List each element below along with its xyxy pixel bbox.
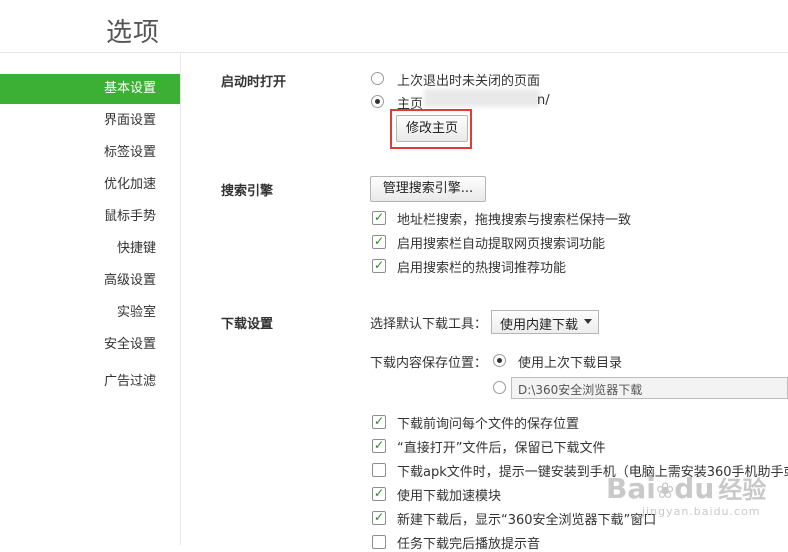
watermark-brand: Bai xyxy=(606,472,656,505)
download-option-label: “直接打开”文件后，保留已下载文件 xyxy=(397,441,606,456)
startup-heading: 启动时打开 xyxy=(221,75,287,90)
download-option-checkbox[interactable] xyxy=(372,438,386,453)
sidebar-item-shortcuts[interactable]: 快捷键 xyxy=(0,234,180,264)
sidebar-item-advanced[interactable]: 高级设置 xyxy=(0,266,180,296)
sidebar-item-gestures[interactable]: 鼠标手势 xyxy=(0,202,180,232)
download-location-path-radio[interactable] xyxy=(493,381,506,394)
paw-icon: ❀ xyxy=(655,479,675,504)
watermark-brand-2: du xyxy=(674,472,715,505)
watermark-url: jingyan.baidu.com xyxy=(642,505,761,518)
download-location-label: 下载内容保存位置： xyxy=(370,356,488,371)
header-divider xyxy=(0,52,788,53)
download-option-checkbox[interactable] xyxy=(372,414,386,429)
home-url-redacted xyxy=(424,89,540,107)
watermark-suffix: 经验 xyxy=(718,476,767,504)
sidebar-item-lab[interactable]: 实验室 xyxy=(0,298,180,328)
search-heading: 搜索引擎 xyxy=(221,184,274,199)
download-tool-label: 选择默认下载工具： xyxy=(370,317,488,332)
modify-homepage-button[interactable]: 修改主页 xyxy=(396,115,468,142)
sidebar-item-optimize[interactable]: 优化加速 xyxy=(0,170,180,200)
sidebar-divider xyxy=(180,53,181,545)
chevron-down-icon xyxy=(584,319,592,324)
startup-last-radio[interactable] xyxy=(371,72,384,85)
startup-home-radio[interactable] xyxy=(371,95,384,108)
manage-search-engines-button[interactable]: 管理搜索引擎... xyxy=(370,176,486,202)
download-option-checkbox[interactable] xyxy=(372,535,386,549)
download-option-label: 使用下载加速模块 xyxy=(397,489,502,504)
baidu-watermark: Bai❀du 经验 jingyan.baidu.com xyxy=(606,470,766,518)
search-option-label: 地址栏搜索，拖拽搜索与搜索栏保持一致 xyxy=(397,213,632,228)
startup-home-url-suffix: n/ xyxy=(537,93,550,108)
search-option-label: 启用搜索栏的热搜词推荐功能 xyxy=(397,261,567,276)
sidebar-item-adblock[interactable]: 广告过滤 xyxy=(0,367,180,397)
download-option-label: 下载前询问每个文件的保存位置 xyxy=(397,417,580,432)
download-option-checkbox[interactable] xyxy=(372,486,386,501)
download-location-last-label: 使用上次下载目录 xyxy=(518,356,623,371)
download-option-checkbox[interactable] xyxy=(372,510,386,525)
sidebar-item-security[interactable]: 安全设置 xyxy=(0,330,180,360)
download-heading: 下载设置 xyxy=(221,317,274,332)
search-option-checkbox[interactable] xyxy=(372,210,386,225)
search-option-checkbox[interactable] xyxy=(372,234,386,249)
sidebar-item-tabs[interactable]: 标签设置 xyxy=(0,138,180,168)
search-option-checkbox[interactable] xyxy=(372,258,386,273)
download-path-field[interactable]: D:\360安全浏览器下载 xyxy=(511,377,788,399)
download-location-last-radio[interactable] xyxy=(493,354,506,367)
search-option-label: 启用搜索栏自动提取网页搜索词功能 xyxy=(397,237,606,252)
page-title: 选项 xyxy=(106,18,161,48)
startup-last-label: 上次退出时未关闭的页面 xyxy=(397,74,541,89)
download-tool-value: 使用内建下载 xyxy=(500,318,579,333)
download-option-checkbox[interactable] xyxy=(372,463,386,477)
download-option-label: 任务下载完后播放提示音 xyxy=(397,537,541,552)
download-tool-select[interactable]: 使用内建下载 xyxy=(491,310,599,334)
sidebar-item-interface[interactable]: 界面设置 xyxy=(0,106,180,136)
sidebar-item-basic[interactable]: 基本设置 xyxy=(0,74,180,104)
